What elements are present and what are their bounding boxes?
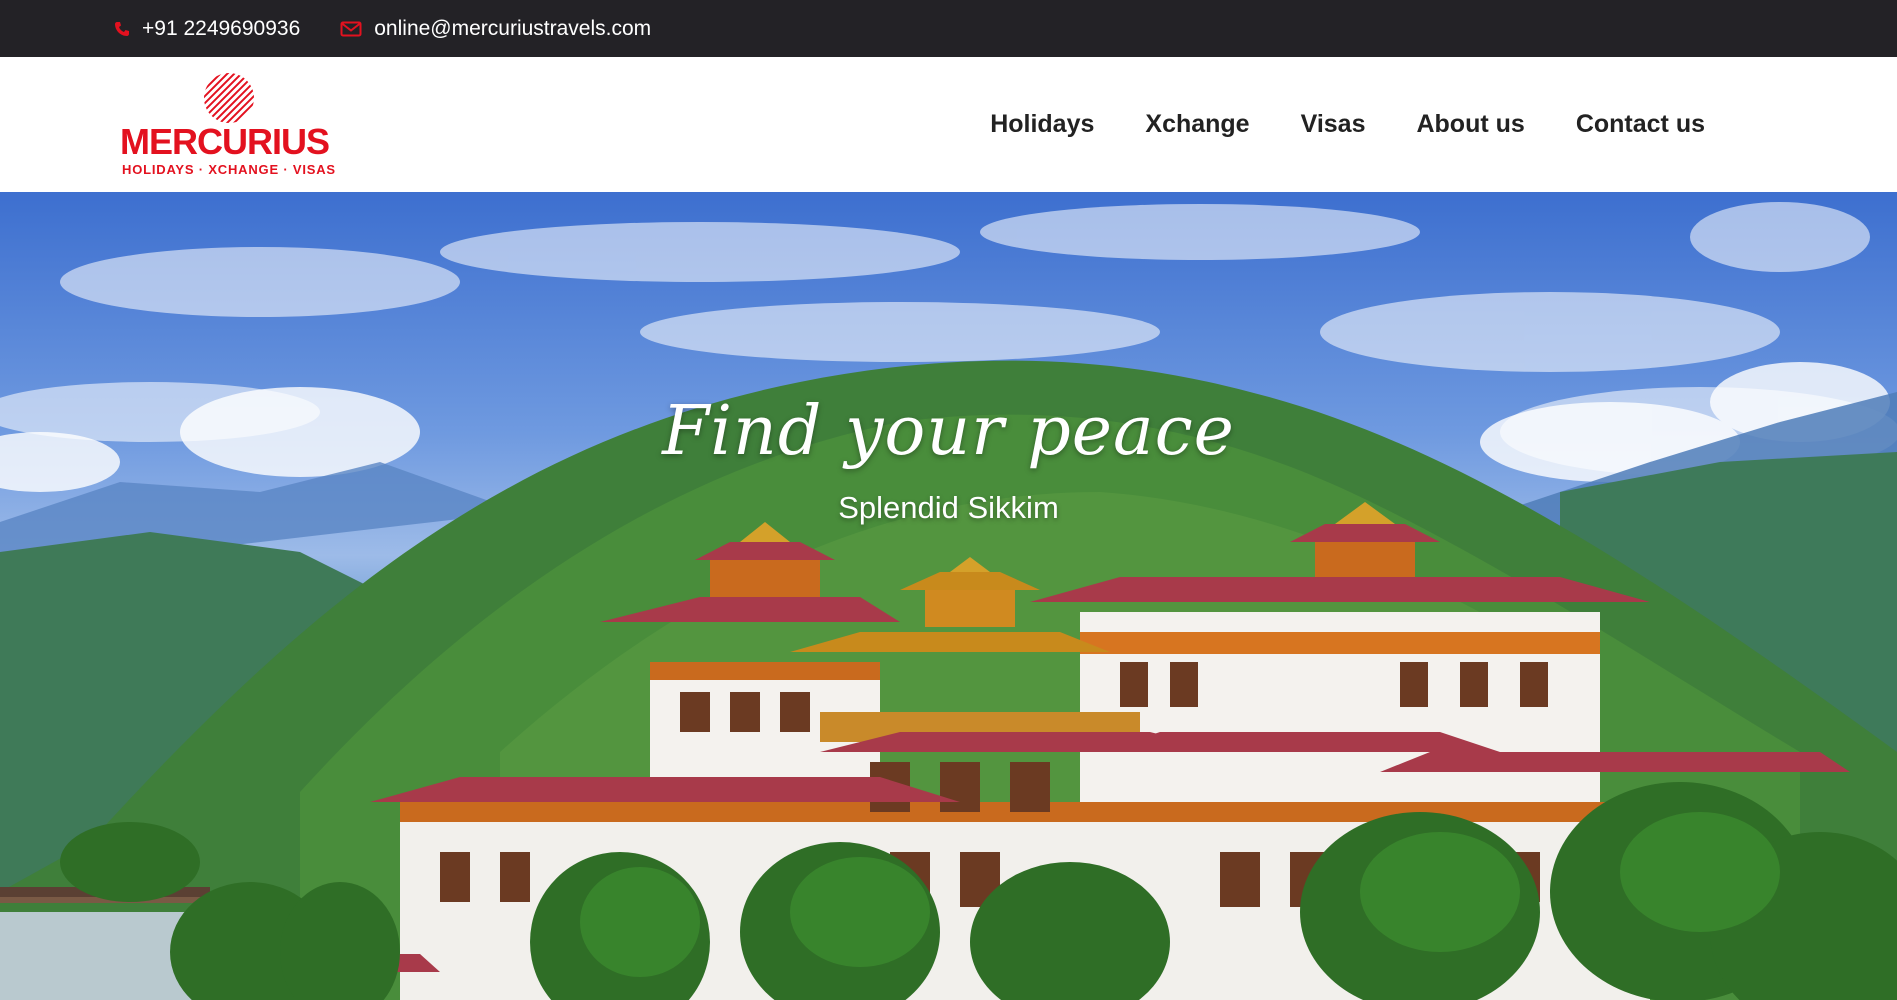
brand-tagline: HOLIDAYS · XCHANGE · VISAS [122, 162, 336, 177]
phone-number[interactable]: +91 2249690936 [142, 17, 300, 41]
hero-banner: Find your peace Splendid Sikkim [0, 192, 1897, 1000]
phone-contact[interactable]: +91 2249690936 [114, 17, 300, 41]
nav-visas[interactable]: Visas [1301, 110, 1366, 139]
envelope-icon [340, 21, 362, 36]
hero-image [0, 202, 1897, 1000]
email-contact[interactable]: online@mercuriustravels.com [340, 17, 651, 41]
phone-icon [115, 21, 129, 36]
nav-xchange[interactable]: Xchange [1145, 110, 1249, 139]
hero-subtitle: Splendid Sikkim [838, 490, 1059, 525]
brand-logo[interactable]: MERCURIUS HOLIDAYS · XCHANGE · VISAS [120, 71, 340, 181]
nav-contact-us[interactable]: Contact us [1576, 110, 1705, 139]
main-nav: Holidays Xchange Visas About us Contact … [939, 57, 1705, 192]
nav-holidays[interactable]: Holidays [990, 110, 1094, 139]
nav-about-us[interactable]: About us [1416, 110, 1524, 139]
hero-title: Find your peace [662, 392, 1235, 471]
top-contact-bar: +91 2249690936 online@mercuriustravels.c… [0, 0, 1897, 57]
brand-wordmark: MERCURIUS [120, 121, 330, 162]
site-header: MERCURIUS HOLIDAYS · XCHANGE · VISAS Hol… [0, 57, 1897, 192]
email-address[interactable]: online@mercuriustravels.com [374, 17, 651, 41]
globe-icon [204, 73, 254, 123]
